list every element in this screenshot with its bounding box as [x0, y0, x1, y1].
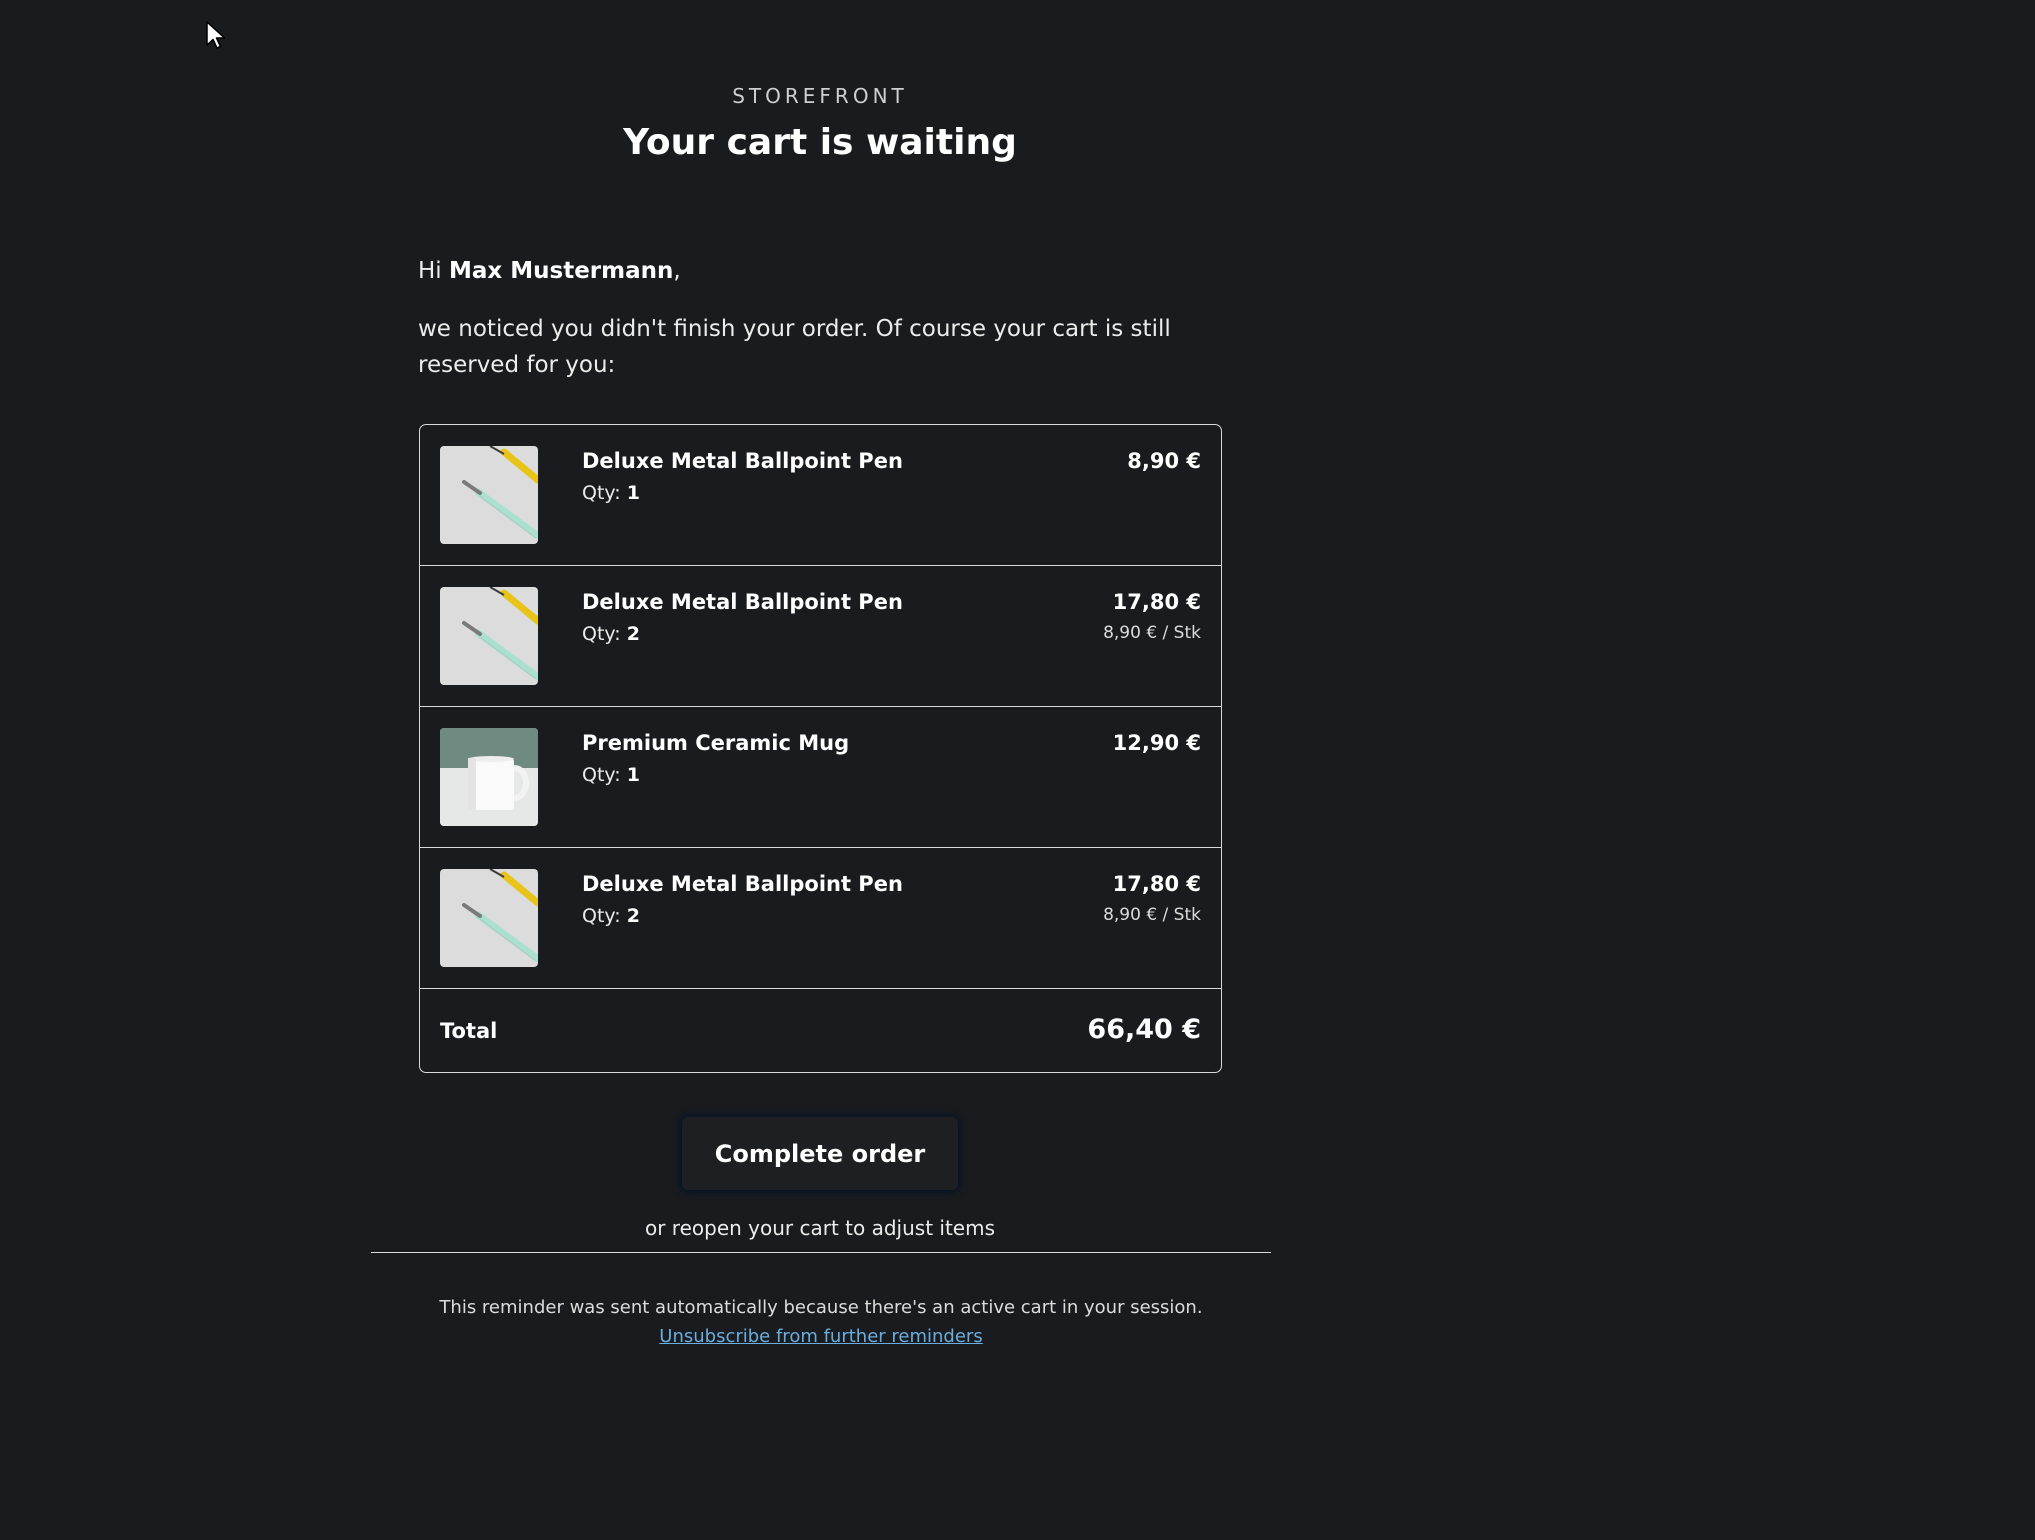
total-label: Total: [440, 1019, 498, 1043]
reopen-cart-text: or reopen your cart to adjust items: [644, 1216, 996, 1240]
email-footer: This reminder was sent automatically bec…: [371, 1293, 1271, 1351]
greeting-suffix: ,: [673, 258, 681, 284]
page-title: Your cart is waiting: [623, 122, 1017, 163]
item-qty: Qty: 1: [582, 764, 640, 786]
item-name: Deluxe Metal Ballpoint Pen: [582, 872, 903, 896]
customer-name: Max Mustermann: [449, 258, 674, 284]
item-price: 12,90 €: [1112, 731, 1201, 755]
pen-image: [440, 446, 538, 544]
qty-value: 1: [626, 764, 640, 786]
cart-total-row: Total 66,40 €: [420, 989, 1221, 1072]
item-price: 17,80 €: [1112, 590, 1201, 614]
mug-image: [440, 728, 538, 826]
item-name: Deluxe Metal Ballpoint Pen: [582, 590, 903, 614]
total-value: 66,40 €: [1087, 1014, 1201, 1045]
intro-text: we noticed you didn't finish your order.…: [418, 316, 1171, 378]
greeting-prefix: Hi: [418, 258, 449, 284]
pen-image: [440, 587, 538, 685]
qty-label: Qty:: [582, 905, 627, 927]
cart-item: Deluxe Metal Ballpoint Pen Qty: 2 17,80 …: [420, 566, 1221, 707]
cart-item: Deluxe Metal Ballpoint Pen Qty: 1 8,90 €: [420, 425, 1221, 566]
item-price: 17,80 €: [1112, 872, 1201, 896]
pen-image: [440, 869, 538, 967]
mouse-pointer-icon: [206, 21, 226, 49]
complete-order-button[interactable]: Complete order: [682, 1117, 958, 1190]
item-name: Premium Ceramic Mug: [582, 731, 850, 755]
cart-item: Deluxe Metal Ballpoint Pen Qty: 2 17,80 …: [420, 848, 1221, 989]
brand-name: STOREFRONT: [732, 84, 908, 108]
qty-label: Qty:: [582, 623, 627, 645]
cart-table: Deluxe Metal Ballpoint Pen Qty: 1 8,90 €…: [419, 424, 1222, 1073]
cart-item: Premium Ceramic Mug Qty: 1 12,90 €: [420, 707, 1221, 848]
item-unit-price: 8,90 € / Stk: [1103, 905, 1201, 925]
qty-value: 2: [626, 623, 640, 645]
unsubscribe-link[interactable]: Unsubscribe from further reminders: [659, 1326, 982, 1347]
footer-divider: [371, 1252, 1271, 1253]
greeting: Hi Max Mustermann,: [418, 258, 681, 284]
item-unit-price: 8,90 € / Stk: [1103, 623, 1201, 643]
qty-label: Qty:: [582, 482, 627, 504]
qty-value: 1: [626, 482, 640, 504]
item-qty: Qty: 2: [582, 623, 640, 645]
item-qty: Qty: 1: [582, 482, 640, 504]
footer-notice: This reminder was sent automatically bec…: [439, 1297, 1203, 1318]
item-qty: Qty: 2: [582, 905, 640, 927]
item-name: Deluxe Metal Ballpoint Pen: [582, 449, 903, 473]
qty-label: Qty:: [582, 764, 627, 786]
qty-value: 2: [626, 905, 640, 927]
item-price: 8,90 €: [1127, 449, 1201, 473]
